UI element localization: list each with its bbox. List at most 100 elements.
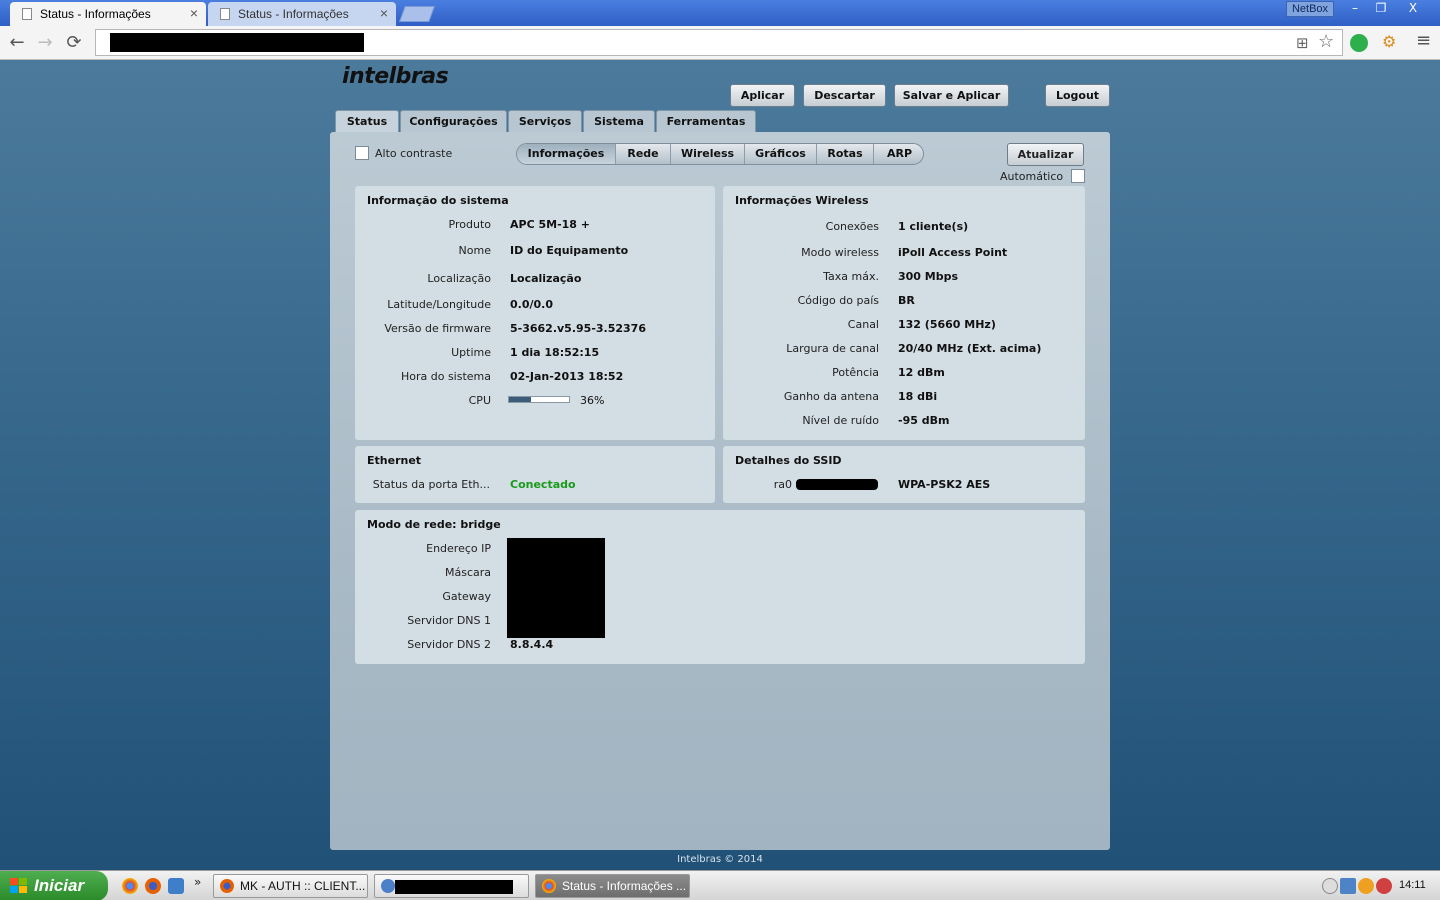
wireless-info-value: iPoll Access Point	[898, 246, 1008, 259]
taskbar-item-mk-auth[interactable]: MK - AUTH :: CLIENT...	[213, 874, 368, 898]
dns2-value: 8.8.4.4	[510, 638, 554, 651]
auto-refresh-label: Automático	[1000, 170, 1064, 183]
minimize-icon[interactable]: –	[1342, 1, 1368, 17]
refresh-button[interactable]: Atualizar	[1007, 143, 1084, 166]
start-button[interactable]: Iniciar	[0, 871, 108, 900]
tab-servicos[interactable]: Serviços	[508, 110, 582, 132]
wireless-info-value: -95 dBm	[898, 414, 950, 427]
wireless-info-label: Conexões	[825, 220, 879, 233]
cpu-usage-bar	[508, 396, 570, 403]
subtab-arp[interactable]: ARP	[874, 144, 923, 164]
star-icon[interactable]: ☆	[1318, 31, 1334, 52]
tab-status[interactable]: Status	[335, 110, 399, 133]
app-launcher-icon[interactable]	[168, 878, 184, 894]
network-label: Gateway	[442, 590, 491, 603]
logout-button[interactable]: Logout	[1045, 84, 1110, 107]
subtab-rotas[interactable]: Rotas	[817, 144, 874, 164]
volume-tray-icon[interactable]	[1376, 878, 1392, 894]
subtab-informacoes[interactable]: Informações	[517, 144, 616, 164]
window-close-icon[interactable]: X	[1400, 1, 1426, 17]
network-label: Servidor DNS 1	[407, 614, 491, 627]
extension-icon[interactable]: ⚙	[1382, 32, 1396, 51]
windows-flag-icon	[10, 878, 27, 893]
redacted-ssid	[796, 479, 878, 490]
auto-refresh-checkbox[interactable]	[1071, 169, 1085, 183]
back-arrow-icon[interactable]: ←	[7, 32, 27, 53]
wireless-info-label: Código do país	[797, 294, 879, 307]
browser-titlebar: Status - Informações × Status - Informaç…	[0, 0, 1440, 26]
extension-green-icon[interactable]	[1350, 34, 1368, 52]
more-launchers-icon[interactable]: »	[194, 875, 201, 889]
wireless-info-label: Nível de ruído	[802, 414, 879, 427]
tab-title: Status - Informações	[238, 7, 349, 21]
system-info-value: 1 dia 18:52:15	[510, 346, 600, 359]
cpu-usage-fill	[509, 397, 531, 402]
system-info-value: Localização	[510, 272, 582, 285]
wireless-info-value: 300 Mbps	[898, 270, 959, 283]
firefox-launcher-icon[interactable]	[145, 878, 161, 894]
page-icon	[22, 8, 32, 20]
system-info-value: ID do Equipamento	[510, 244, 629, 257]
reload-icon[interactable]: ⟳	[64, 32, 84, 53]
profile-badge[interactable]: NetBox	[1286, 1, 1334, 17]
discard-button[interactable]: Descartar	[803, 84, 886, 107]
network-label: Máscara	[444, 566, 491, 579]
subtab-graficos[interactable]: Gráficos	[745, 144, 817, 164]
ethernet-port-status: Conectado	[510, 478, 576, 491]
task-label: Status - Informações ...	[562, 879, 687, 893]
firefox-icon	[220, 879, 234, 893]
wireless-info-value: 1 cliente(s)	[898, 220, 969, 233]
translate-icon[interactable]: ⊞	[1296, 34, 1309, 52]
page-footer: Intelbras © 2014	[677, 854, 763, 865]
page-icon	[220, 8, 230, 20]
apply-button[interactable]: Aplicar	[730, 84, 795, 107]
network-tray-icon[interactable]	[1340, 878, 1356, 894]
browser-tab[interactable]: Status - Informações ×	[208, 2, 396, 26]
address-bar[interactable]: ⊞ ☆	[95, 29, 1343, 56]
redacted-url	[110, 33, 364, 52]
system-info-label: CPU	[468, 394, 491, 407]
subtab-wireless[interactable]: Wireless	[671, 144, 745, 164]
system-info-label: Versão de firmware	[384, 322, 491, 335]
network-label: Endereço IP	[426, 542, 491, 555]
taskbar-item-redacted[interactable]	[374, 874, 529, 898]
browser-tab-active[interactable]: Status - Informações ×	[10, 2, 206, 26]
system-info-value: 02-Jan-2013 18:52	[510, 370, 624, 383]
status-subtabs: Informações Rede Wireless Gráficos Rotas…	[516, 143, 924, 165]
tray-app-icon[interactable]	[1358, 878, 1374, 894]
wireless-info-value: 20/40 MHz (Ext. acima)	[898, 342, 1042, 355]
ssid-security: WPA-PSK2 AES	[898, 478, 991, 491]
save-apply-button[interactable]: Salvar e Aplicar	[894, 84, 1009, 107]
start-label: Iniciar	[34, 876, 85, 895]
system-info-label: Uptime	[451, 346, 491, 359]
tab-ferramentas[interactable]: Ferramentas	[656, 110, 756, 132]
wireless-info-label: Ganho da antena	[783, 390, 879, 403]
new-tab-button[interactable]	[399, 6, 435, 22]
subtab-rede[interactable]: Rede	[616, 144, 671, 164]
wireless-info-label: Modo wireless	[801, 246, 879, 259]
network-label: Servidor DNS 2	[407, 638, 491, 651]
tab-configuracoes[interactable]: Configurações	[400, 110, 507, 132]
restore-icon[interactable]: ❐	[1368, 1, 1394, 17]
browser-toolbar: ← → ⟳ ⊞ ☆ ⚙ ≡	[0, 26, 1440, 60]
task-label: MK - AUTH :: CLIENT...	[240, 879, 366, 893]
system-info-label: Latitude/Longitude	[387, 298, 491, 311]
tray-expand-icon[interactable]	[1322, 878, 1338, 894]
taskbar-item-status[interactable]: Status - Informações ...	[535, 874, 690, 898]
chrome-launcher-icon[interactable]	[122, 878, 138, 894]
close-icon[interactable]: ×	[380, 5, 388, 21]
menu-icon[interactable]: ≡	[1416, 30, 1431, 51]
tab-sistema[interactable]: Sistema	[583, 110, 655, 132]
forward-arrow-icon[interactable]: →	[35, 32, 55, 53]
system-info-label: Produto	[448, 218, 491, 231]
ssid-interface: ra0	[773, 478, 792, 491]
close-icon[interactable]: ×	[190, 5, 198, 21]
wireless-info-value: 12 dBm	[898, 366, 945, 379]
system-info-label: Hora do sistema	[400, 370, 491, 383]
wireless-info-label: Canal	[847, 318, 879, 331]
redacted-network-values	[507, 538, 605, 638]
app-icon	[381, 879, 395, 893]
high-contrast-checkbox[interactable]	[355, 146, 369, 160]
system-info-value: APC 5M-18 +	[510, 218, 590, 231]
system-info-title: Informação do sistema	[367, 194, 509, 207]
